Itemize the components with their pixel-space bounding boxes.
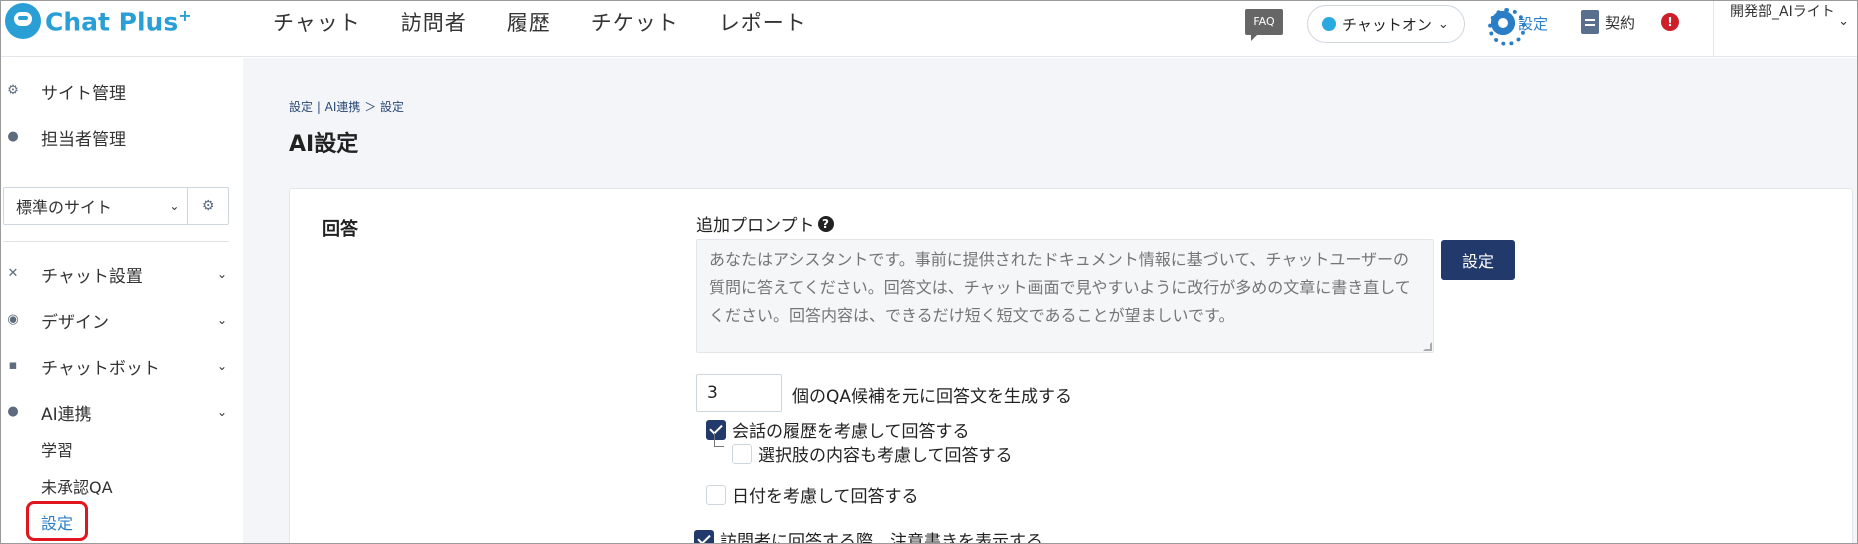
- chevron-down-icon: ⌄: [216, 359, 227, 373]
- users-icon: ●: [7, 129, 19, 144]
- nav-tickets[interactable]: チケット: [591, 7, 679, 37]
- checkbox-unchecked[interactable]: [706, 484, 726, 505]
- sidebar-item-label: AI連携: [41, 404, 92, 425]
- document-icon: [1581, 10, 1599, 34]
- section-label: 回答: [322, 219, 358, 240]
- option-label: 訪問者に回答する際、注意書きを表示する: [720, 532, 1043, 544]
- chevron-down-icon: ⌄: [216, 405, 227, 419]
- prompt-label: 追加プロンプト ?: [696, 211, 834, 236]
- highlight-box: [26, 501, 88, 541]
- chat-status-label: チャットオン: [1342, 15, 1432, 34]
- nav-history[interactable]: 履歴: [507, 7, 551, 37]
- sidebar-item-chat-install[interactable]: ✕ チャット設置 ⌄: [1, 259, 241, 289]
- sidebar-item-ai[interactable]: ● AI連携 ⌄: [1, 397, 241, 427]
- chevron-down-icon: ⌄: [1838, 14, 1849, 29]
- user-name: 開発部_AIライト: [1730, 4, 1835, 20]
- alert-icon[interactable]: !: [1661, 13, 1679, 31]
- site-settings-gear-icon[interactable]: ⚙: [188, 188, 228, 224]
- option-consider-date[interactable]: 日付を考慮して回答する: [706, 482, 919, 507]
- main-nav: チャット 訪問者 履歴 チケット レポート: [273, 7, 847, 37]
- contract-link-label: 契約: [1605, 13, 1636, 32]
- additional-prompt-input[interactable]: [696, 239, 1434, 353]
- faq-icon[interactable]: FAQ: [1245, 9, 1283, 41]
- option-label: 日付を考慮して回答する: [732, 487, 919, 507]
- site-select-value: 標準のサイト: [16, 198, 113, 217]
- chat-bubble-logo-icon: [5, 3, 41, 39]
- option-label: 会話の履歴を考慮して回答する: [732, 422, 970, 442]
- qa-count-text: 個のQA候補を元に回答文を生成する: [792, 387, 1073, 407]
- contract-link[interactable]: 契約: [1581, 10, 1635, 34]
- chevron-down-icon: ⌄: [1437, 16, 1449, 32]
- tools-icon: ✕: [7, 266, 19, 281]
- sidebar-item-label: チャット設置: [41, 266, 143, 287]
- palette-icon: ◉: [7, 312, 19, 327]
- logo-text: Chat Plus+: [45, 5, 192, 37]
- tree-connector: [714, 433, 724, 447]
- qa-count-input[interactable]: 3: [696, 374, 782, 412]
- chevron-down-icon: ⌄: [169, 199, 180, 213]
- top-bar: Chat Plus+ チャット 訪問者 履歴 チケット レポート FAQ チャッ…: [1, 1, 1857, 57]
- logo[interactable]: Chat Plus+: [5, 3, 192, 39]
- site-select-dropdown[interactable]: 標準のサイト ⌄: [4, 188, 189, 224]
- option-choice-content[interactable]: 選択肢の内容も考慮して回答する: [732, 441, 1013, 466]
- sidebar-subitem-learning[interactable]: 学習: [41, 437, 73, 461]
- settings-card: 回答 追加プロンプト ? 設定 3 個のQA候補を元に回答文を生成する 会話の履…: [289, 188, 1853, 544]
- sidebar-item-design[interactable]: ◉ デザイン ⌄: [1, 305, 241, 335]
- app-window: Chat Plus+ チャット 訪問者 履歴 チケット レポート FAQ チャッ…: [0, 0, 1858, 544]
- user-menu[interactable]: 開発部_AIライト ⌄: [1713, 1, 1853, 57]
- chevron-down-icon: ⌄: [216, 313, 227, 327]
- status-dot-icon: [1322, 17, 1336, 31]
- main-content: 設定 | AI連携 ＞ 設定 AI設定 回答 追加プロンプト ? 設定 3 個の…: [257, 58, 1857, 544]
- sidebar-divider: [3, 241, 229, 242]
- comments-icon: ▪: [8, 358, 18, 373]
- sidebar-item-label: 担当者管理: [41, 129, 126, 150]
- nav-reports[interactable]: レポート: [719, 7, 807, 37]
- sidebar-item-site-manage[interactable]: ⚙ サイト管理: [1, 76, 241, 106]
- checkbox-unchecked[interactable]: [732, 443, 752, 464]
- chat-status-toggle[interactable]: チャットオン ⌄: [1307, 5, 1465, 43]
- question-icon[interactable]: ?: [817, 215, 834, 232]
- page-title: AI設定: [289, 132, 359, 157]
- nav-visitors[interactable]: 訪問者: [401, 7, 467, 37]
- sidebar-subitem-unapproved-qa[interactable]: 未承認QA: [41, 474, 113, 498]
- option-label: 選択肢の内容も考慮して回答する: [758, 446, 1013, 466]
- site-select: 標準のサイト ⌄ ⚙: [3, 187, 229, 225]
- sidebar-scrollbar[interactable]: [243, 58, 257, 543]
- sidebar-item-label: デザイン: [41, 312, 109, 333]
- sidebar-item-label: サイト管理: [41, 83, 126, 104]
- brain-icon: ●: [7, 404, 19, 419]
- prompt-label-text: 追加プロンプト: [696, 216, 815, 236]
- sidebar-item-staff-manage[interactable]: ● 担当者管理: [1, 122, 241, 152]
- sidebar-item-chatbot[interactable]: ▪ チャットボット ⌄: [1, 351, 241, 381]
- option-conversation-history[interactable]: 会話の履歴を考慮して回答する: [706, 417, 970, 442]
- settings-link[interactable]: 設定: [1488, 8, 1548, 46]
- chevron-down-icon: ⌄: [216, 267, 227, 281]
- gear-icon: [1488, 8, 1526, 46]
- option-show-notice[interactable]: 訪問者に回答する際、注意書きを表示する: [694, 527, 1043, 544]
- checkbox-checked[interactable]: [694, 529, 714, 543]
- sidebar-item-label: チャットボット: [41, 358, 160, 379]
- nav-chat[interactable]: チャット: [273, 7, 361, 37]
- gears-icon: ⚙: [7, 83, 19, 98]
- breadcrumb[interactable]: 設定 | AI連携 ＞ 設定: [289, 98, 404, 115]
- set-button[interactable]: 設定: [1441, 240, 1515, 280]
